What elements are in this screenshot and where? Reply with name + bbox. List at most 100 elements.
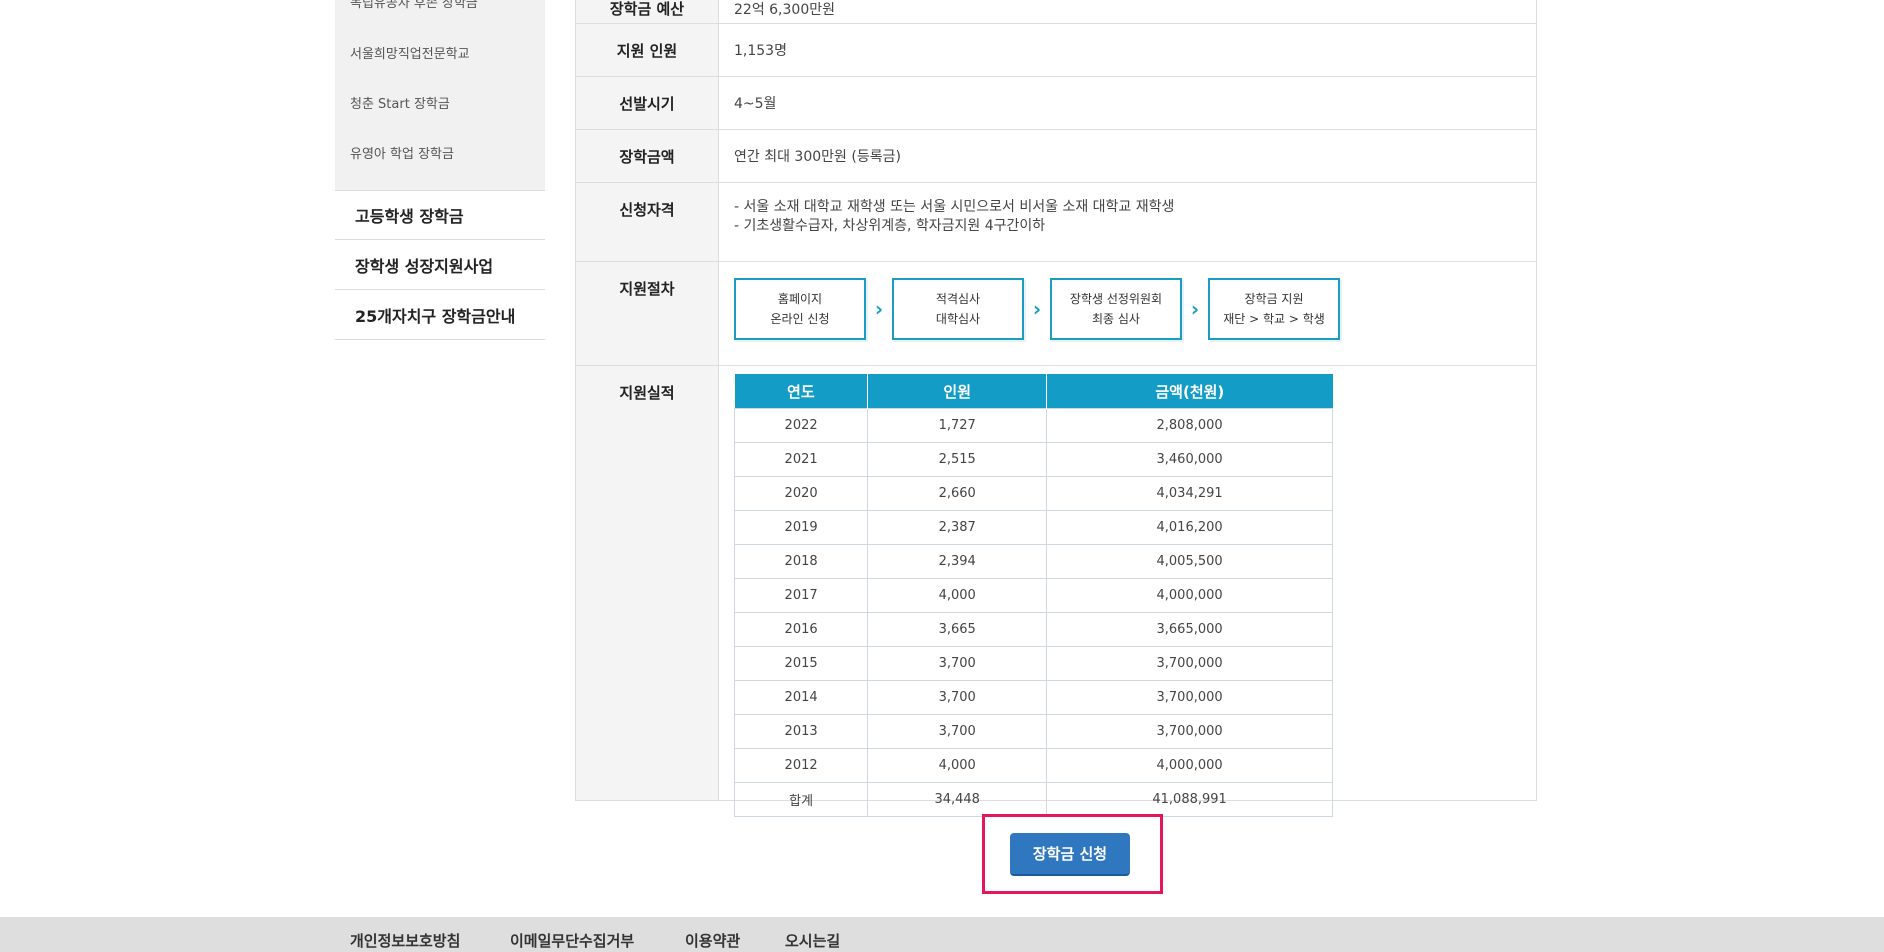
cell: 2017 [733,578,869,613]
cell: 2012 [733,748,869,783]
cell: 41,088,991 [1046,782,1333,817]
results-header-people: 인원 [867,374,1048,409]
footer-link-email-refusal[interactable]: 이메일무단수집거부 [510,930,634,951]
procedure-step-1: 홈페이지 온라인 신청 [734,278,866,340]
table-row: 2022 1,727 2,808,000 [733,408,1333,443]
cell: 2016 [733,612,869,647]
cell: 3,700,000 [1046,646,1333,681]
cell: 2020 [733,476,869,511]
table-row-total: 합계 34,448 41,088,991 [733,782,1333,817]
cell: 2,387 [867,510,1048,545]
cell: 3,700 [867,714,1048,749]
step-line: 재단 > 학교 > 학생 [1223,312,1325,326]
procedure-steps: 홈페이지 온라인 신청 › 적격심사 대학심사 › 장학생 선정위원회 최종 심… [734,278,1521,340]
step-line: 온라인 신청 [770,312,830,326]
sidebar-sub-item-youth-start[interactable]: 청춘 Start 장학금 [350,93,450,112]
procedure-step-2: 적격심사 대학심사 [892,278,1024,340]
cell: 3,460,000 [1046,442,1333,477]
sidebar-sub-list: 독립유공자 후손 장학금 서울희망직업전문학교 청춘 Start 장학금 유영아… [335,0,545,190]
cell: 3,665,000 [1046,612,1333,647]
footer-link-directions[interactable]: 오시는길 [785,930,840,951]
footer-link-privacy[interactable]: 개인정보보호방침 [350,930,460,951]
chevron-right-icon: › [1190,297,1200,321]
cell: 2015 [733,646,869,681]
scholarship-info-table: 장학금 예산 22억 6,300만원 지원 인원 1,153명 선발시기 4~5… [575,0,1537,817]
results-header-row: 연도 인원 금액(천원) [734,374,1333,409]
info-row-amount: 장학금액 연간 최대 300만원 (등록금) [576,129,1536,182]
cell: 3,700,000 [1046,714,1333,749]
cell: 2021 [733,442,869,477]
info-value: 22억 6,300만원 [734,2,835,18]
eligibility-line-1: - 서울 소재 대학교 재학생 또는 서울 시민으로서 비서울 소재 대학교 재… [734,199,1175,215]
step-line: 대학심사 [935,312,981,326]
step-line: 홈페이지 [777,292,823,306]
cell: 4,016,200 [1046,510,1333,545]
step-line: 장학생 선정위원회 [1069,292,1163,306]
info-label: 장학금액 [576,130,719,182]
table-row: 2020 2,660 4,034,291 [733,476,1333,511]
cell: 2019 [733,510,869,545]
table-row: 2013 3,700 3,700,000 [733,714,1333,749]
cell: 3,700 [867,646,1048,681]
info-row-eligibility: 신청자격 - 서울 소재 대학교 재학생 또는 서울 시민으로서 비서울 소재 … [576,182,1536,261]
info-label: 지원 인원 [576,24,719,76]
sidebar-sub-item-yooyoung[interactable]: 유영아 학업 장학금 [350,143,454,162]
info-label: 장학금 예산 [576,0,719,23]
cell: 34,448 [867,782,1048,817]
info-value: 1,153명 [734,43,787,59]
procedure-step-3: 장학생 선정위원회 최종 심사 [1050,278,1182,340]
info-value: 4~5월 [734,96,777,112]
cell: 3,700 [867,680,1048,715]
info-row-period: 선발시기 4~5월 [576,76,1536,129]
procedure-step-4: 장학금 지원 재단 > 학교 > 학생 [1208,278,1340,340]
cell: 2013 [733,714,869,749]
table-row: 2019 2,387 4,016,200 [733,510,1333,545]
sidebar-sub-item-hope-school[interactable]: 서울희망직업전문학교 [350,43,470,62]
cell: 4,005,500 [1046,544,1333,579]
results-header-amount: 금액(천원) [1046,374,1333,409]
sidebar-item-district-scholarship[interactable]: 25개자치구 장학금안내 [335,290,545,340]
info-label: 선발시기 [576,77,719,129]
cell: 합계 [733,782,869,817]
info-value: 연도 인원 금액(천원) 2022 1,727 2,808,000 2021 2,51… [719,366,1536,817]
cell: 1,727 [867,408,1048,443]
sidebar-item-growth-support[interactable]: 장학생 성장지원사업 [335,240,545,290]
info-label: 신청자격 [576,183,719,261]
info-value: 연간 최대 300만원 (등록금) [734,149,901,165]
sidebar-item-highschool[interactable]: 고등학생 장학금 [335,190,545,240]
cell: 3,665 [867,612,1048,647]
table-row: 2021 2,515 3,460,000 [733,442,1333,477]
info-row-procedure: 지원절차 홈페이지 온라인 신청 › 적격심사 대학심사 › 장학생 선정위원회… [576,261,1536,365]
info-row-budget: 장학금 예산 22억 6,300만원 [576,0,1536,23]
table-row: 2016 3,665 3,665,000 [733,612,1333,647]
sidebar: 독립유공자 후손 장학금 서울희망직업전문학교 청춘 Start 장학금 유영아… [335,0,545,340]
info-row-people: 지원 인원 1,153명 [576,23,1536,76]
results-table: 연도 인원 금액(천원) 2022 1,727 2,808,000 2021 2,51… [733,374,1333,817]
chevron-right-icon: › [1032,297,1042,321]
step-line: 최종 심사 [1092,312,1140,326]
cell: 4,034,291 [1046,476,1333,511]
cell: 2,808,000 [1046,408,1333,443]
cell: 2,660 [867,476,1048,511]
cell: 3,700,000 [1046,680,1333,715]
cell: 4,000,000 [1046,748,1333,783]
cell: 4,000,000 [1046,578,1333,613]
info-label: 지원절차 [576,262,719,365]
eligibility-line-2: - 기초생활수급자, 차상위계층, 학자금지원 4구간이하 [734,218,1046,234]
info-label: 지원실적 [576,366,719,800]
cell: 2,515 [867,442,1048,477]
apply-scholarship-button[interactable]: 장학금 신청 [1010,833,1130,876]
step-line: 적격심사 [935,292,981,306]
info-value: 홈페이지 온라인 신청 › 적격심사 대학심사 › 장학생 선정위원회 최종 심… [719,262,1536,365]
chevron-right-icon: › [874,297,884,321]
info-row-results: 지원실적 연도 인원 금액(천원) 2022 1,727 2,808,000 202… [576,365,1536,817]
cell: 2018 [733,544,869,579]
cell: 2014 [733,680,869,715]
sidebar-sub-item-independence[interactable]: 독립유공자 후손 장학금 [350,0,478,11]
results-header-year: 연도 [734,374,869,409]
table-row: 2018 2,394 4,005,500 [733,544,1333,579]
cell: 4,000 [867,578,1048,613]
footer-link-terms[interactable]: 이용약관 [685,930,740,951]
table-row: 2014 3,700 3,700,000 [733,680,1333,715]
cell: 4,000 [867,748,1048,783]
